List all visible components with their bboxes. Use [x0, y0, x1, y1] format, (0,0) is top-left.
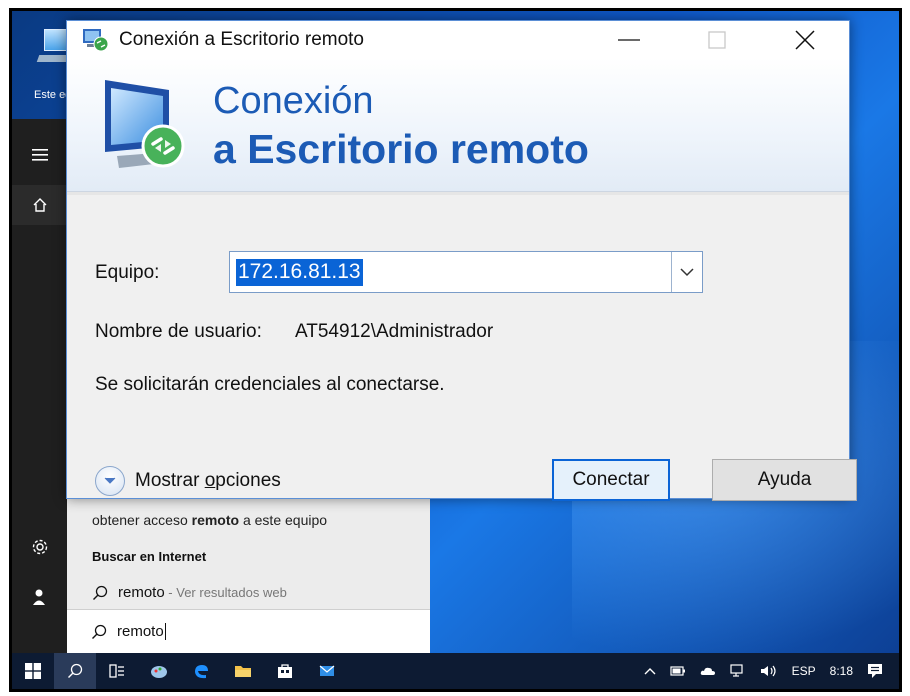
computer-address-value[interactable]: 172.16.81.13	[236, 258, 363, 286]
taskbar-app-file-explorer[interactable]	[222, 653, 264, 689]
username-value: AT54912\Administrador	[295, 321, 494, 342]
start-button[interactable]	[12, 653, 54, 689]
maximize-icon	[708, 30, 726, 49]
user-button[interactable]	[12, 577, 67, 617]
task-view-button[interactable]	[96, 653, 138, 689]
search-icon	[93, 585, 108, 600]
volume-icon[interactable]	[760, 664, 778, 678]
taskbar-app-store[interactable]	[264, 653, 306, 689]
dialog-banner: Conexión a Escritorio remoto	[67, 58, 849, 195]
minimize-icon	[618, 38, 640, 41]
dialog-title: Conexión a Escritorio remoto	[119, 28, 364, 50]
web-result-query: remoto	[118, 584, 165, 601]
search-result-fragment[interactable]: obtener acceso remoto a este equipo	[92, 512, 327, 528]
equipo-label: Equipo:	[95, 262, 160, 283]
show-options-label: Mostrar opciones	[135, 470, 281, 492]
web-result-suffix: - Ver resultados web	[164, 585, 287, 600]
banner-title-line2: a Escritorio remoto	[213, 126, 589, 172]
window-controls	[585, 21, 849, 58]
maximize-button[interactable]	[673, 21, 761, 58]
taskbar-app-edge[interactable]	[180, 653, 222, 689]
folder-icon	[235, 666, 251, 677]
windows-logo-icon	[25, 663, 41, 679]
mail-icon	[319, 665, 335, 676]
search-icon	[92, 624, 107, 639]
show-options-toggle[interactable]: Mostrar opciones	[95, 466, 281, 496]
start-search-input[interactable]: remoto	[67, 609, 430, 653]
computer-combobox[interactable]: 172.16.81.13	[229, 251, 703, 293]
taskbar: ESP 8:18	[12, 653, 899, 689]
result-text-bold: remoto	[191, 512, 240, 528]
chevron-down-icon	[680, 267, 694, 276]
clock[interactable]: 8:18	[830, 664, 853, 678]
start-menu-rail	[12, 119, 67, 653]
user-icon	[32, 589, 45, 605]
web-result-item[interactable]: remoto - Ver resultados web	[92, 584, 287, 601]
network-icon[interactable]	[730, 664, 746, 678]
system-tray: ESP 8:18	[644, 663, 899, 679]
language-indicator[interactable]: ESP	[792, 664, 816, 678]
edge-browser-icon	[195, 665, 208, 679]
username-label: Nombre de usuario:	[95, 321, 262, 342]
taskbar-app-paint[interactable]	[138, 653, 180, 689]
paint-icon	[151, 666, 167, 678]
hamburger-icon	[31, 149, 48, 161]
settings-button[interactable]	[12, 527, 67, 567]
credentials-note: Se solicitarán credenciales al conectars…	[95, 374, 445, 395]
dialog-titlebar[interactable]: Conexión a Escritorio remoto	[67, 21, 849, 58]
close-icon	[795, 29, 815, 50]
rdp-app-icon	[81, 28, 109, 52]
text-caret	[164, 623, 166, 641]
battery-icon[interactable]	[670, 665, 686, 677]
store-icon	[278, 664, 292, 678]
onedrive-cloud-icon[interactable]	[700, 665, 716, 677]
taskbar-app-mail[interactable]	[306, 653, 348, 689]
show-options-text-pre: Mostrar	[135, 470, 205, 491]
banner-divider	[67, 192, 849, 195]
expand-options-icon	[95, 466, 125, 496]
result-text-pre: obtener acceso	[92, 512, 192, 528]
home-button[interactable]	[12, 185, 67, 225]
hamburger-menu-button[interactable]	[12, 135, 67, 175]
rdp-monitor-icon	[97, 76, 197, 176]
close-button[interactable]	[761, 21, 849, 58]
show-options-text-post: pciones	[215, 470, 281, 491]
home-icon	[33, 198, 46, 212]
result-text-post: a este equipo	[239, 512, 328, 528]
help-button[interactable]: Ayuda	[712, 459, 857, 501]
minimize-button[interactable]	[585, 21, 673, 58]
search-value: remoto	[117, 622, 164, 640]
remote-desktop-dialog: Conexión a Escritorio remoto Conexión a …	[66, 20, 857, 501]
web-search-section-title: Buscar en Internet	[92, 549, 207, 564]
action-center-icon[interactable]	[867, 663, 883, 679]
chevron-up-icon[interactable]	[644, 667, 656, 675]
search-icon	[68, 663, 83, 678]
gear-icon	[32, 539, 47, 555]
combobox-dropdown-button[interactable]	[671, 252, 702, 292]
task-view-icon	[109, 664, 124, 678]
taskbar-search-button[interactable]	[54, 653, 96, 689]
connect-button[interactable]: Conectar	[552, 459, 670, 501]
show-options-hotkey: o	[204, 470, 216, 491]
banner-title-line1: Conexión	[213, 80, 374, 122]
